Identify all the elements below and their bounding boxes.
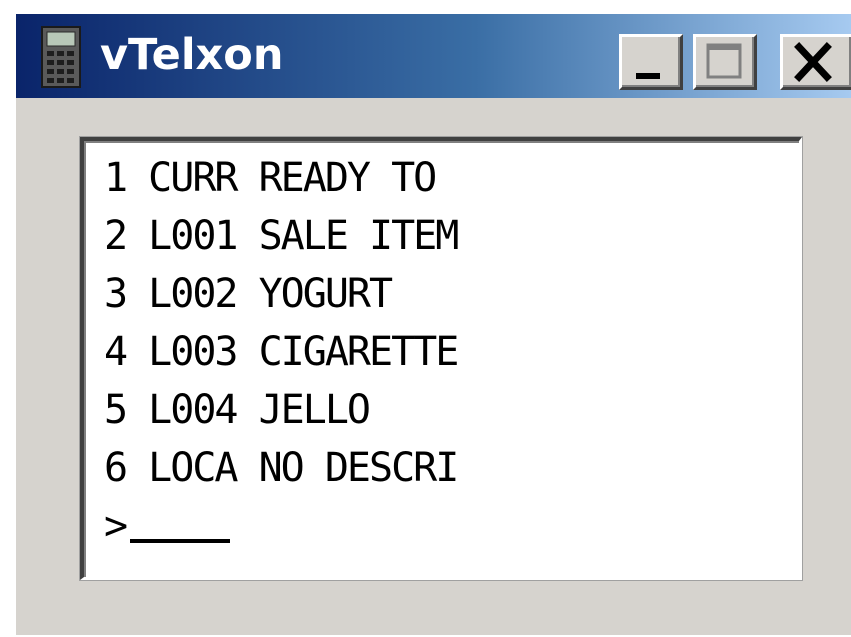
client-area: 1 CURR READY TO 2 L001 SALE ITEM 3 L002 …	[16, 98, 851, 637]
maximize-button[interactable]	[693, 34, 757, 90]
menu-line-6: 6 LOCA NO DESCRI	[104, 445, 459, 491]
title-bar[interactable]: vTelxon	[16, 14, 851, 98]
maximize-icon	[706, 43, 742, 79]
vtelxon-window: vTelxon 1 CURR READY TO 2 L001 SALE ITEM…	[14, 12, 851, 635]
close-icon	[794, 42, 832, 82]
menu-line-5: 5 L004 JELLO	[104, 387, 371, 433]
menu-line-4: 4 L003 CIGARETTE	[104, 329, 459, 375]
minimize-button[interactable]	[619, 34, 683, 90]
terminal-screen[interactable]: 1 CURR READY TO 2 L001 SALE ITEM 3 L002 …	[80, 137, 802, 580]
prompt-symbol: >	[104, 503, 129, 549]
menu-line-2: 2 L001 SALE ITEM	[104, 213, 459, 259]
minimize-icon	[636, 73, 660, 79]
window-title: vTelxon	[100, 30, 284, 80]
menu-list: 1 CURR READY TO 2 L001 SALE ITEM 3 L002 …	[104, 149, 459, 555]
prompt-row: >	[104, 497, 457, 555]
close-button[interactable]	[780, 34, 851, 90]
handheld-terminal-icon	[41, 26, 81, 88]
command-input-field[interactable]	[130, 499, 231, 543]
menu-line-3: 3 L002 YOGURT	[104, 271, 393, 317]
menu-line-1: 1 CURR READY TO	[104, 155, 437, 201]
